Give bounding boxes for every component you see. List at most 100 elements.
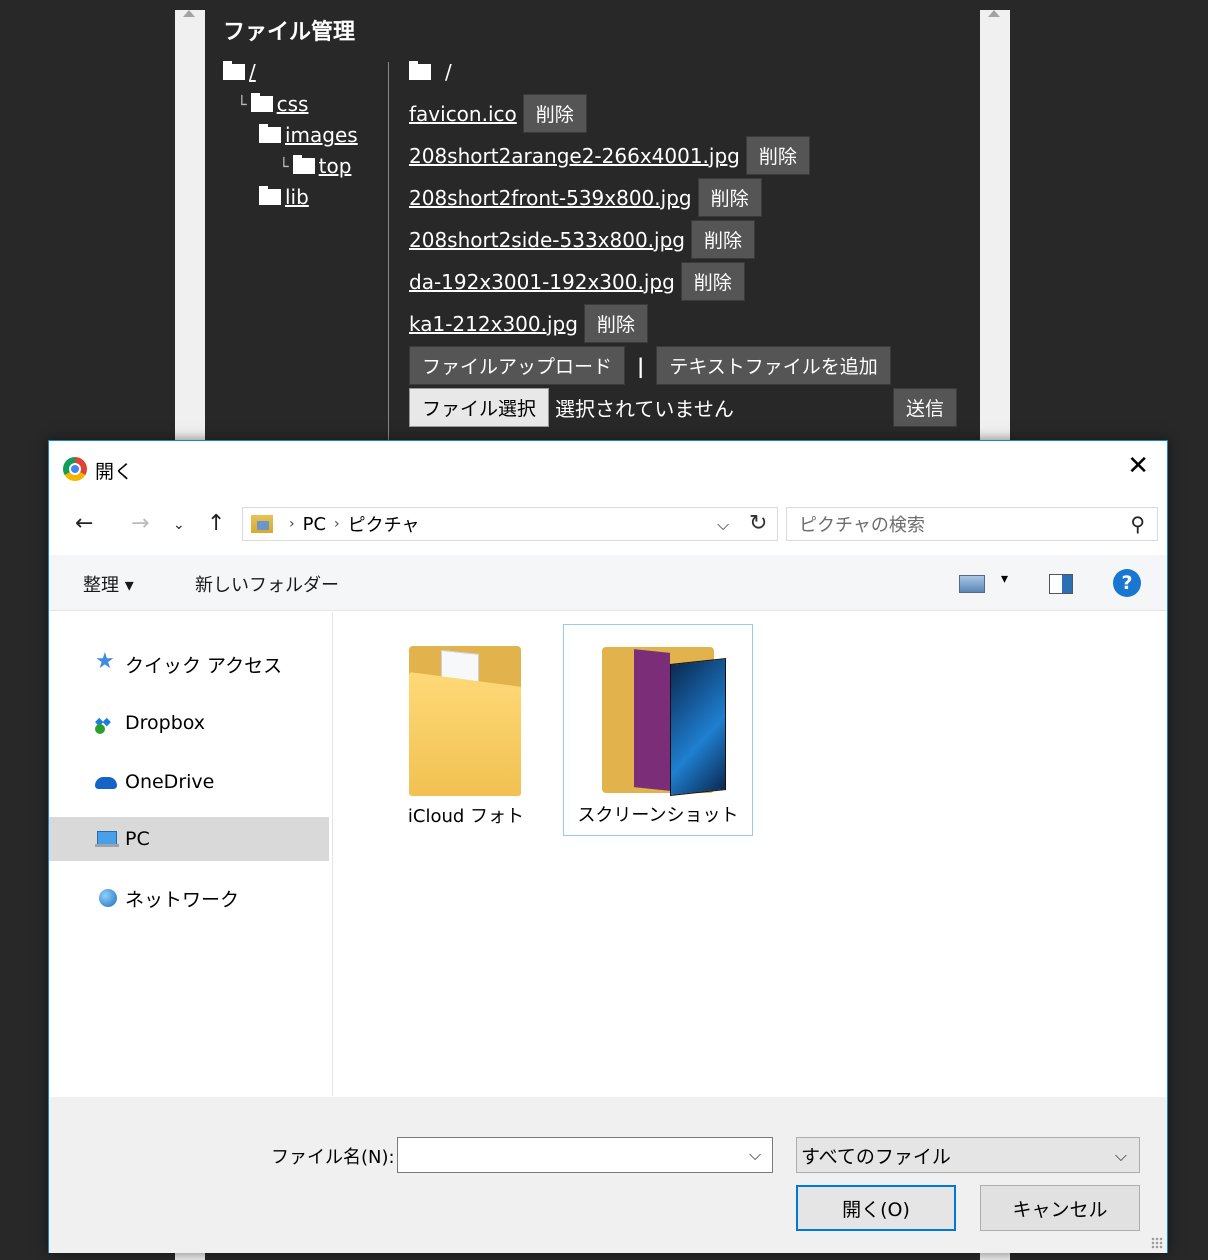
cancel-button[interactable]: キャンセル <box>980 1185 1140 1231</box>
navigation-pane: クイック アクセス Dropbox OneDrive PC ネットワーク <box>49 612 333 1096</box>
delete-button[interactable]: 削除 <box>583 304 648 343</box>
folder-icon <box>259 124 281 143</box>
action-separator: | <box>637 353 645 378</box>
scroll-up-arrow-icon[interactable] <box>183 10 195 17</box>
no-file-text: 選択されていません <box>555 397 734 421</box>
open-file-dialog: 開く ✕ ← → ⌄ ↑ › PC › ピクチャ ⌵ ↻ ピクチャの検索 ⚲ 整… <box>48 440 1168 1253</box>
organize-button[interactable]: 整理 ▾ <box>83 571 134 597</box>
folder-label: スクリーンショット <box>577 805 739 826</box>
dialog-title: 開く <box>95 461 134 483</box>
pictures-folder-icon <box>251 515 273 533</box>
forward-arrow-icon[interactable]: → <box>131 511 149 536</box>
tree-item-top[interactable]: └ top <box>279 152 351 180</box>
folder-icon <box>223 61 245 80</box>
scroll-up-arrow-icon[interactable] <box>988 10 1000 17</box>
open-button[interactable]: 開く(O) <box>796 1185 956 1231</box>
address-field[interactable]: › PC › ピクチャ <box>242 507 778 541</box>
sidebar-item-label: PC <box>125 828 150 850</box>
tree-link[interactable]: lib <box>285 185 309 209</box>
delete-button[interactable]: 削除 <box>680 262 745 301</box>
folder-tile-screenshots[interactable]: スクリーンショット <box>563 624 753 836</box>
windows-screenshot-icon <box>670 658 726 796</box>
delete-button[interactable]: 削除 <box>745 136 810 175</box>
tree-link[interactable]: / <box>249 60 256 84</box>
folder-tile-icloud-photos[interactable]: iCloud フォト <box>371 624 561 836</box>
add-text-file-button[interactable]: テキストファイルを追加 <box>656 346 891 385</box>
file-link[interactable]: ka1-212x300.jpg <box>409 312 578 336</box>
dropbox-icon <box>95 712 119 734</box>
search-input[interactable]: ピクチャの検索 ⚲ <box>786 507 1158 541</box>
folder-icon <box>259 186 281 205</box>
recent-chevron-down-icon[interactable]: ⌄ <box>173 517 185 533</box>
onedrive-icon <box>95 771 119 793</box>
filetype-chevron-down-icon: ⌵ <box>1114 1146 1127 1165</box>
upload-row: ファイル選択 選択されていません 送信 <box>409 388 961 427</box>
dialog-footer: ファイル名(N): ⌵ すべてのファイル ⌵ 開く(O) キャンセル <box>49 1097 1167 1253</box>
filename-chevron-down-icon[interactable]: ⌵ <box>749 1145 761 1165</box>
breadcrumb-pc[interactable]: PC <box>303 514 326 535</box>
close-icon[interactable]: ✕ <box>1127 453 1149 479</box>
file-link[interactable]: 208short2side-533x800.jpg <box>409 228 685 252</box>
sidebar-item-pc[interactable]: PC <box>49 817 329 861</box>
sidebar-item-label: OneDrive <box>125 771 215 793</box>
delete-button[interactable]: 削除 <box>522 94 587 133</box>
breadcrumb-chevron-icon: › <box>289 516 295 532</box>
tree-item-css[interactable]: └ css <box>237 90 308 118</box>
filetype-select[interactable]: すべてのファイル ⌵ <box>796 1137 1140 1173</box>
sidebar-item-network[interactable]: ネットワーク <box>49 876 329 920</box>
choose-file-button[interactable]: ファイル選択 <box>409 388 550 427</box>
up-arrow-icon[interactable]: ↑ <box>207 511 225 536</box>
chrome-icon <box>63 457 87 481</box>
sidebar-item-quick-access[interactable]: クイック アクセス <box>49 642 329 686</box>
upload-button[interactable]: ファイルアップロード <box>409 346 626 385</box>
file-link[interactable]: 208short2front-539x800.jpg <box>409 186 692 210</box>
back-arrow-icon[interactable]: ← <box>75 511 93 536</box>
tree-divider <box>388 62 389 442</box>
filename-label: ファイル名(N): <box>271 1147 395 1168</box>
delete-button[interactable]: 削除 <box>690 220 755 259</box>
tree-item-images[interactable]: images <box>259 121 358 149</box>
refresh-icon[interactable]: ↻ <box>749 511 767 536</box>
address-bar-row: ← → ⌄ ↑ › PC › ピクチャ ⌵ ↻ ピクチャの検索 ⚲ <box>49 501 1167 547</box>
delete-button[interactable]: 削除 <box>697 178 762 217</box>
folder-icon <box>250 93 273 112</box>
new-folder-button[interactable]: 新しいフォルダー <box>195 571 339 597</box>
sidebar-item-label: Dropbox <box>125 712 206 734</box>
file-row: da-192x3001-192x300.jpg 削除 <box>409 262 745 301</box>
tree-link[interactable]: images <box>285 123 358 147</box>
view-dropdown-arrow-icon[interactable]: ▾ <box>1001 571 1008 587</box>
sidebar-item-label: ネットワーク <box>125 888 240 911</box>
preview-pane-icon[interactable] <box>1049 574 1073 594</box>
change-view-icon[interactable] <box>959 575 985 593</box>
address-chevron-down-icon[interactable]: ⌵ <box>717 515 729 535</box>
tree-link[interactable]: top <box>319 154 352 178</box>
screenshot-preview-icon <box>634 649 670 791</box>
current-path: / <box>409 60 452 84</box>
dialog-titlebar[interactable]: 開く ✕ <box>49 441 1167 493</box>
submit-button[interactable]: 送信 <box>893 388 958 427</box>
file-link[interactable]: favicon.ico <box>409 102 517 126</box>
folder-label: iCloud フォト <box>407 806 525 827</box>
breadcrumb-chevron-icon: › <box>334 516 340 532</box>
file-link[interactable]: 208short2arange2-266x4001.jpg <box>409 144 740 168</box>
resize-grip-icon[interactable] <box>1151 1237 1163 1249</box>
breadcrumb-pictures[interactable]: ピクチャ <box>348 511 420 537</box>
tree-item-root[interactable]: / <box>223 58 256 86</box>
search-icon[interactable]: ⚲ <box>1130 512 1145 536</box>
tree-branch: └ <box>279 156 289 176</box>
search-placeholder: ピクチャの検索 <box>799 515 925 536</box>
filename-input[interactable] <box>397 1137 773 1173</box>
sidebar-item-onedrive[interactable]: OneDrive <box>49 760 329 804</box>
file-row: 208short2arange2-266x4001.jpg 削除 <box>409 136 810 175</box>
dialog-toolbar: 整理 ▾ 新しいフォルダー ▾ ? <box>49 555 1167 611</box>
file-row: favicon.ico 削除 <box>409 94 587 133</box>
file-link[interactable]: da-192x3001-192x300.jpg <box>409 270 675 294</box>
file-view: iCloud フォト スクリーンショット <box>334 612 1167 1096</box>
help-icon[interactable]: ? <box>1113 569 1141 597</box>
tree-branch: └ <box>237 94 247 114</box>
tree-item-lib[interactable]: lib <box>259 183 309 211</box>
sidebar-item-dropbox[interactable]: Dropbox <box>49 701 329 745</box>
file-row: ka1-212x300.jpg 削除 <box>409 304 648 343</box>
tree-link[interactable]: css <box>277 92 309 116</box>
filetype-value: すべてのファイル <box>801 1145 951 1168</box>
